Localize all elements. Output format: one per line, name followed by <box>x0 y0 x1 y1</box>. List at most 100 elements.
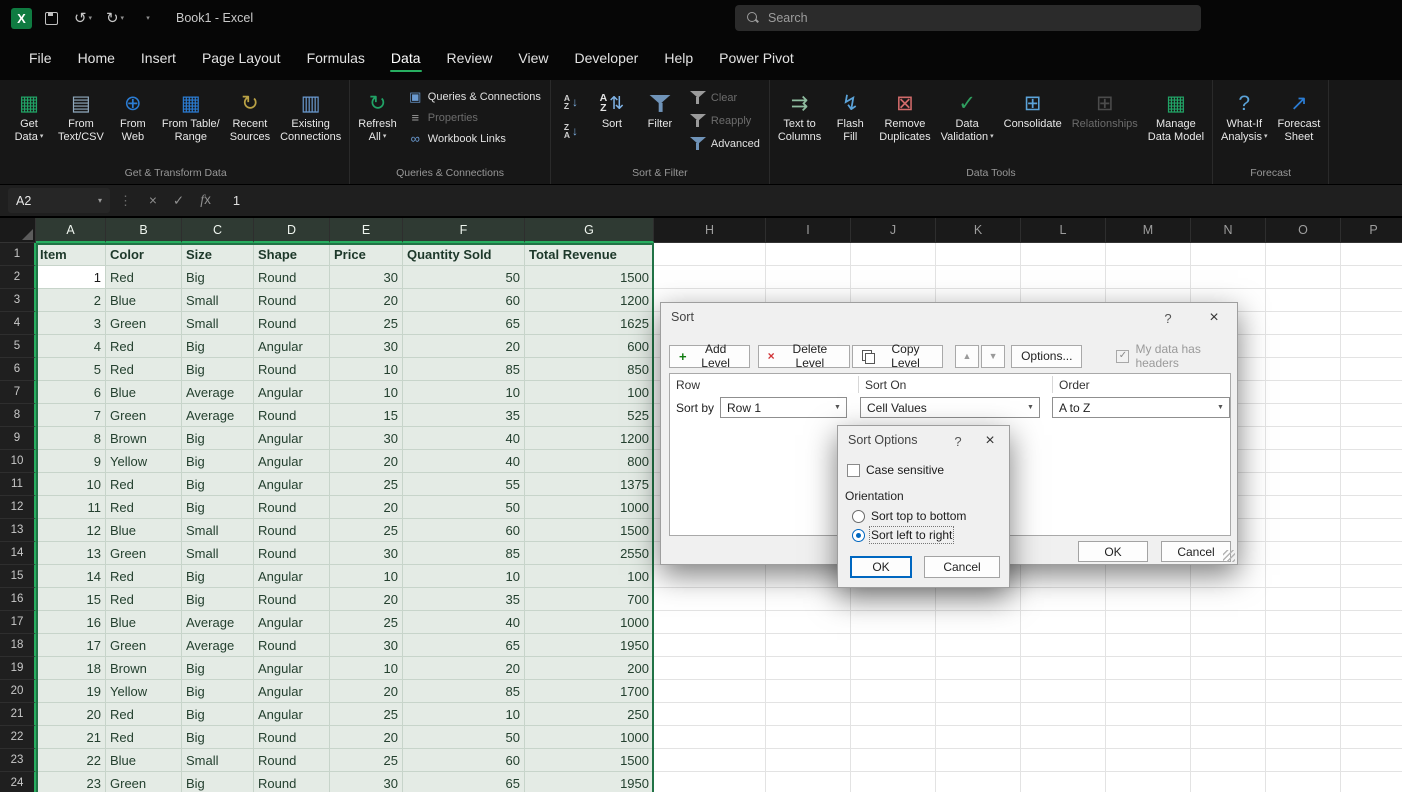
cell-A10[interactable]: 9 <box>36 450 106 473</box>
row-header-7[interactable]: 7 <box>0 381 36 404</box>
search-box[interactable]: Search <box>735 5 1201 31</box>
cell-P20[interactable] <box>1341 680 1402 703</box>
cell-E2[interactable]: 30 <box>330 266 403 289</box>
cell-O21[interactable] <box>1266 703 1341 726</box>
cell-D14[interactable]: Round <box>254 542 330 565</box>
sort-options-ok-button[interactable]: OK <box>850 556 912 578</box>
cell-E11[interactable]: 25 <box>330 473 403 496</box>
cell-P19[interactable] <box>1341 657 1402 680</box>
cell-B2[interactable]: Red <box>106 266 182 289</box>
cell-G1[interactable]: Total Revenue <box>525 243 654 266</box>
cell-E7[interactable]: 10 <box>330 381 403 404</box>
cell-G15[interactable]: 100 <box>525 565 654 588</box>
cell-A23[interactable]: 22 <box>36 749 106 772</box>
cell-F19[interactable]: 20 <box>403 657 525 680</box>
cell-G11[interactable]: 1375 <box>525 473 654 496</box>
row-header-5[interactable]: 5 <box>0 335 36 358</box>
cell-D2[interactable]: Round <box>254 266 330 289</box>
tab-help[interactable]: Help <box>651 43 706 73</box>
cell-C13[interactable]: Small <box>182 519 254 542</box>
data-validation-button[interactable]: ✓DataValidation▾ <box>937 81 998 161</box>
cell-D8[interactable]: Round <box>254 404 330 427</box>
cell-C20[interactable]: Big <box>182 680 254 703</box>
forecast-sheet-button[interactable]: ↗ForecastSheet <box>1274 81 1325 161</box>
cell-M21[interactable] <box>1106 703 1191 726</box>
cell-B10[interactable]: Yellow <box>106 450 182 473</box>
cell-P12[interactable] <box>1341 496 1402 519</box>
cell-O13[interactable] <box>1266 519 1341 542</box>
sort-cancel-button[interactable]: Cancel <box>1161 541 1231 562</box>
cell-E15[interactable]: 10 <box>330 565 403 588</box>
cell-F4[interactable]: 65 <box>403 312 525 335</box>
cell-G23[interactable]: 1500 <box>525 749 654 772</box>
cell-B24[interactable]: Green <box>106 772 182 792</box>
row-header-1[interactable]: 1 <box>0 243 36 266</box>
cell-E12[interactable]: 20 <box>330 496 403 519</box>
cell-D19[interactable]: Angular <box>254 657 330 680</box>
cell-L2[interactable] <box>1021 266 1106 289</box>
row-header-11[interactable]: 11 <box>0 473 36 496</box>
row-header-14[interactable]: 14 <box>0 542 36 565</box>
column-header-K[interactable]: K <box>936 218 1021 243</box>
cell-E23[interactable]: 25 <box>330 749 403 772</box>
tab-page-layout[interactable]: Page Layout <box>189 43 294 73</box>
row-header-4[interactable]: 4 <box>0 312 36 335</box>
row-header-9[interactable]: 9 <box>0 427 36 450</box>
sort-za-button[interactable]: ZA↓ <box>555 119 587 143</box>
cell-O5[interactable] <box>1266 335 1341 358</box>
cell-K20[interactable] <box>936 680 1021 703</box>
tab-view[interactable]: View <box>505 43 561 73</box>
cell-D11[interactable]: Angular <box>254 473 330 496</box>
cell-D10[interactable]: Angular <box>254 450 330 473</box>
row-header-21[interactable]: 21 <box>0 703 36 726</box>
row-header-16[interactable]: 16 <box>0 588 36 611</box>
row-header-18[interactable]: 18 <box>0 634 36 657</box>
cell-F11[interactable]: 55 <box>403 473 525 496</box>
cell-E4[interactable]: 25 <box>330 312 403 335</box>
cell-F7[interactable]: 10 <box>403 381 525 404</box>
cell-J24[interactable] <box>851 772 936 792</box>
cell-K23[interactable] <box>936 749 1021 772</box>
cell-L20[interactable] <box>1021 680 1106 703</box>
cell-P18[interactable] <box>1341 634 1402 657</box>
row-header-20[interactable]: 20 <box>0 680 36 703</box>
sort-row-select[interactable]: Row 1▼ <box>720 397 847 418</box>
cell-J18[interactable] <box>851 634 936 657</box>
cell-H16[interactable] <box>654 588 766 611</box>
from-text-csv-button[interactable]: ▤FromText/CSV <box>54 81 108 161</box>
cell-H1[interactable] <box>654 243 766 266</box>
cell-K16[interactable] <box>936 588 1021 611</box>
cell-M18[interactable] <box>1106 634 1191 657</box>
row-header-6[interactable]: 6 <box>0 358 36 381</box>
row-header-3[interactable]: 3 <box>0 289 36 312</box>
cell-O17[interactable] <box>1266 611 1341 634</box>
cell-P5[interactable] <box>1341 335 1402 358</box>
column-header-E[interactable]: E <box>330 218 403 243</box>
sort-ok-button[interactable]: OK <box>1078 541 1148 562</box>
select-all-button[interactable] <box>0 218 36 243</box>
cell-F15[interactable]: 10 <box>403 565 525 588</box>
cell-D20[interactable]: Angular <box>254 680 330 703</box>
cell-A18[interactable]: 17 <box>36 634 106 657</box>
cell-O10[interactable] <box>1266 450 1341 473</box>
cell-H24[interactable] <box>654 772 766 792</box>
cell-K18[interactable] <box>936 634 1021 657</box>
cell-P9[interactable] <box>1341 427 1402 450</box>
cell-P15[interactable] <box>1341 565 1402 588</box>
cell-D22[interactable]: Round <box>254 726 330 749</box>
sort-az-button[interactable]: AZ↓ <box>555 90 587 114</box>
cell-B4[interactable]: Green <box>106 312 182 335</box>
cell-O8[interactable] <box>1266 404 1341 427</box>
cell-A1[interactable]: Item <box>36 243 106 266</box>
row-header-17[interactable]: 17 <box>0 611 36 634</box>
tab-power-pivot[interactable]: Power Pivot <box>706 43 807 73</box>
cell-O24[interactable] <box>1266 772 1341 792</box>
formula-bar-handle[interactable]: ⋮ <box>110 193 141 209</box>
cell-D5[interactable]: Angular <box>254 335 330 358</box>
cell-F13[interactable]: 60 <box>403 519 525 542</box>
cell-F18[interactable]: 65 <box>403 634 525 657</box>
cell-K21[interactable] <box>936 703 1021 726</box>
cell-N18[interactable] <box>1191 634 1266 657</box>
cell-D21[interactable]: Angular <box>254 703 330 726</box>
cell-C2[interactable]: Big <box>182 266 254 289</box>
